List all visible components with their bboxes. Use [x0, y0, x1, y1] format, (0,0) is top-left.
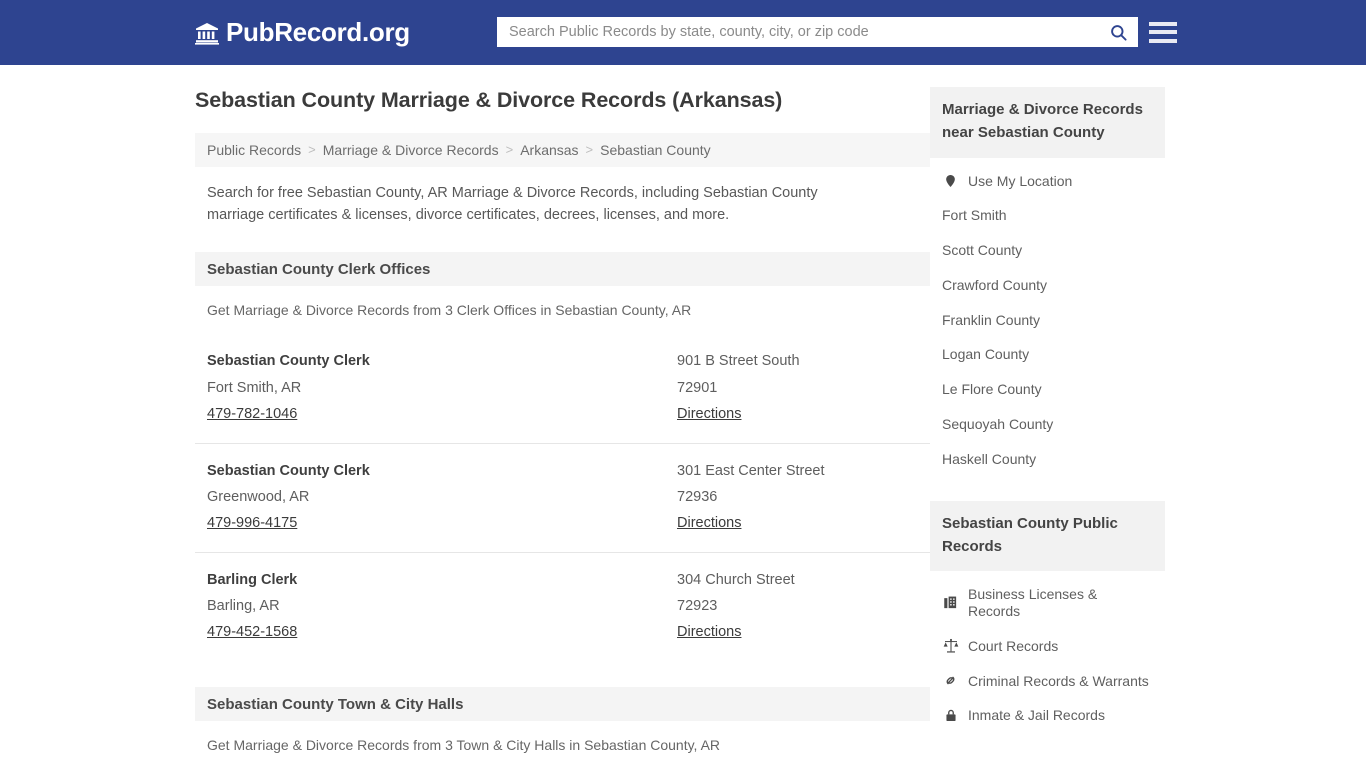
sidebar-item-label: Use My Location — [968, 172, 1073, 189]
section-header-town-city-halls: Sebastian County Town & City Halls — [195, 687, 930, 722]
sidebar-item-le-flore-county[interactable]: Le Flore County — [930, 372, 1165, 407]
sidebar-item-sequoyah-county[interactable]: Sequoyah County — [930, 407, 1165, 442]
sidebar-item-label: Fort Smith — [942, 207, 1007, 224]
section-header-clerk-offices: Sebastian County Clerk Offices — [195, 252, 930, 287]
office-left-column: Sebastian County Clerk Greenwood, AR 479… — [207, 458, 677, 536]
sidebar-item-criminal-records[interactable]: Criminal Records & Warrants — [930, 664, 1165, 699]
breadcrumb-item-arkansas[interactable]: Arkansas — [520, 142, 578, 158]
office-address: 304 Church Street — [677, 572, 795, 588]
office-list-clerk-offices: Sebastian County Clerk Fort Smith, AR 47… — [195, 334, 930, 661]
section-subtext-clerk-offices: Get Marriage & Divorce Records from 3 Cl… — [207, 302, 692, 319]
page-body: Sebastian County Marriage & Divorce Reco… — [0, 65, 1366, 768]
table-row: Sebastian County Clerk Greenwood, AR 479… — [195, 442, 930, 552]
office-phone-link[interactable]: 479-452-1568 — [207, 619, 297, 645]
office-directions-link[interactable]: Directions — [677, 510, 741, 536]
section-subtext-town-city-halls: Get Marriage & Divorce Records from 3 To… — [207, 737, 721, 754]
sidebar-item-inmate-jail-records[interactable]: Inmate & Jail Records — [930, 698, 1165, 733]
sidebar-item-court-records[interactable]: Court Records — [930, 629, 1165, 664]
sidebar-item-label: Scott County — [942, 242, 1023, 259]
sidebar-item-crawford-county[interactable]: Crawford County — [930, 268, 1165, 303]
menu-bar-3 — [1149, 38, 1177, 43]
office-phone-link[interactable]: 479-782-1046 — [207, 401, 297, 427]
sidebar-item-label: Le Flore County — [942, 381, 1042, 398]
scales-of-justice-icon — [942, 638, 959, 654]
sidebar-item-business-licenses[interactable]: Business Licenses & Records — [930, 577, 1165, 629]
map-pin-icon — [942, 173, 959, 189]
sidebar-item-label: Franklin County — [942, 311, 1041, 328]
breadcrumb-separator: > — [308, 142, 316, 158]
sidebar-item-scott-county[interactable]: Scott County — [930, 233, 1165, 268]
sidebar-list-nearby: Use My Location Fort Smith Scott County … — [930, 164, 1165, 477]
bank-building-icon — [195, 21, 219, 45]
lock-icon — [942, 708, 959, 723]
sidebar-section-public-records: Sebastian County Public Records Business… — [930, 500, 1165, 733]
office-name: Sebastian County Clerk — [207, 462, 370, 479]
office-phone-link[interactable]: 479-996-4175 — [207, 510, 297, 536]
sidebar-item-logan-county[interactable]: Logan County — [930, 337, 1165, 372]
office-left-column: Sebastian County Clerk Fort Smith, AR 47… — [207, 348, 677, 426]
office-left-column: Barling Clerk Barling, AR 479-452-1568 — [207, 567, 677, 645]
menu-bar-2 — [1149, 30, 1177, 34]
sidebar-item-label: Inmate & Jail Records — [968, 707, 1105, 724]
sidebar-heading-nearby: Marriage & Divorce Records near Sebastia… — [930, 87, 1165, 158]
table-row: Barling Clerk Barling, AR 479-452-1568 3… — [195, 552, 930, 661]
sidebar-item-label: Crawford County — [942, 276, 1048, 293]
menu-bar-1 — [1149, 21, 1177, 26]
sidebar-item-label: Court Records — [968, 637, 1059, 654]
sidebar-item-label: Haskell County — [942, 450, 1037, 467]
sidebar-list-public-records: Business Licenses & Records Court Record… — [930, 577, 1165, 733]
sidebar-item-label: Sequoyah County — [942, 416, 1054, 433]
breadcrumb-item-sebastian-county[interactable]: Sebastian County — [600, 142, 711, 158]
site-header: PubRecord.org — [0, 0, 1366, 65]
hamburger-menu-icon[interactable] — [1149, 18, 1177, 46]
site-logo-text: PubRecord.org — [226, 17, 410, 47]
sidebar-item-label: Criminal Records & Warrants — [968, 672, 1149, 689]
office-right-column: 901 B Street South 72901 Directions — [677, 348, 918, 426]
building-icon — [942, 595, 959, 610]
site-logo[interactable]: PubRecord.org — [195, 17, 410, 48]
office-directions-link[interactable]: Directions — [677, 619, 741, 645]
sidebar-item-label: Logan County — [942, 346, 1030, 363]
office-zip: 72936 — [677, 488, 718, 505]
search-input[interactable] — [497, 17, 1098, 47]
breadcrumb-separator: > — [585, 142, 594, 158]
breadcrumb-item-public-records[interactable]: Public Records — [207, 142, 301, 158]
office-name: Sebastian County Clerk — [207, 353, 370, 370]
sidebar: Marriage & Divorce Records near Sebastia… — [930, 87, 1165, 768]
main-content: Sebastian County Marriage & Divorce Reco… — [195, 87, 930, 768]
office-directions-link[interactable]: Directions — [677, 401, 741, 427]
sidebar-item-franklin-county[interactable]: Franklin County — [930, 303, 1165, 338]
handcuffs-icon — [942, 673, 959, 688]
office-zip: 72901 — [677, 379, 718, 396]
sidebar-item-fort-smith[interactable]: Fort Smith — [930, 198, 1165, 233]
page-intro-text: Search for free Sebastian County, AR Mar… — [207, 184, 818, 223]
breadcrumb: Public Records > Marriage & Divorce Reco… — [195, 132, 930, 167]
office-city: Fort Smith, AR — [207, 379, 302, 396]
sidebar-item-label: Business Licenses & Records — [968, 586, 1098, 619]
sidebar-item-use-my-location[interactable]: Use My Location — [930, 164, 1165, 199]
office-right-column: 304 Church Street 72923 Directions — [677, 567, 918, 645]
breadcrumb-separator: > — [505, 142, 514, 158]
sidebar-heading-public-records: Sebastian County Public Records — [930, 500, 1165, 572]
search-icon — [1109, 23, 1128, 42]
office-name: Barling Clerk — [207, 572, 298, 588]
office-city: Greenwood, AR — [207, 488, 310, 505]
sidebar-item-haskell-county[interactable]: Haskell County — [930, 442, 1165, 477]
office-right-column: 301 East Center Street 72936 Directions — [677, 458, 918, 536]
sidebar-section-nearby: Marriage & Divorce Records near Sebastia… — [930, 87, 1165, 477]
office-address: 301 East Center Street — [677, 462, 825, 479]
office-city: Barling, AR — [207, 598, 280, 615]
breadcrumb-item-marriage-divorce-records[interactable]: Marriage & Divorce Records — [323, 142, 499, 158]
page-title: Sebastian County Marriage & Divorce Reco… — [195, 88, 783, 112]
search-bar — [497, 17, 1138, 47]
office-zip: 72923 — [677, 598, 718, 615]
search-submit-button[interactable] — [1098, 17, 1138, 47]
office-address: 901 B Street South — [677, 353, 800, 370]
table-row: Sebastian County Clerk Fort Smith, AR 47… — [195, 334, 930, 442]
